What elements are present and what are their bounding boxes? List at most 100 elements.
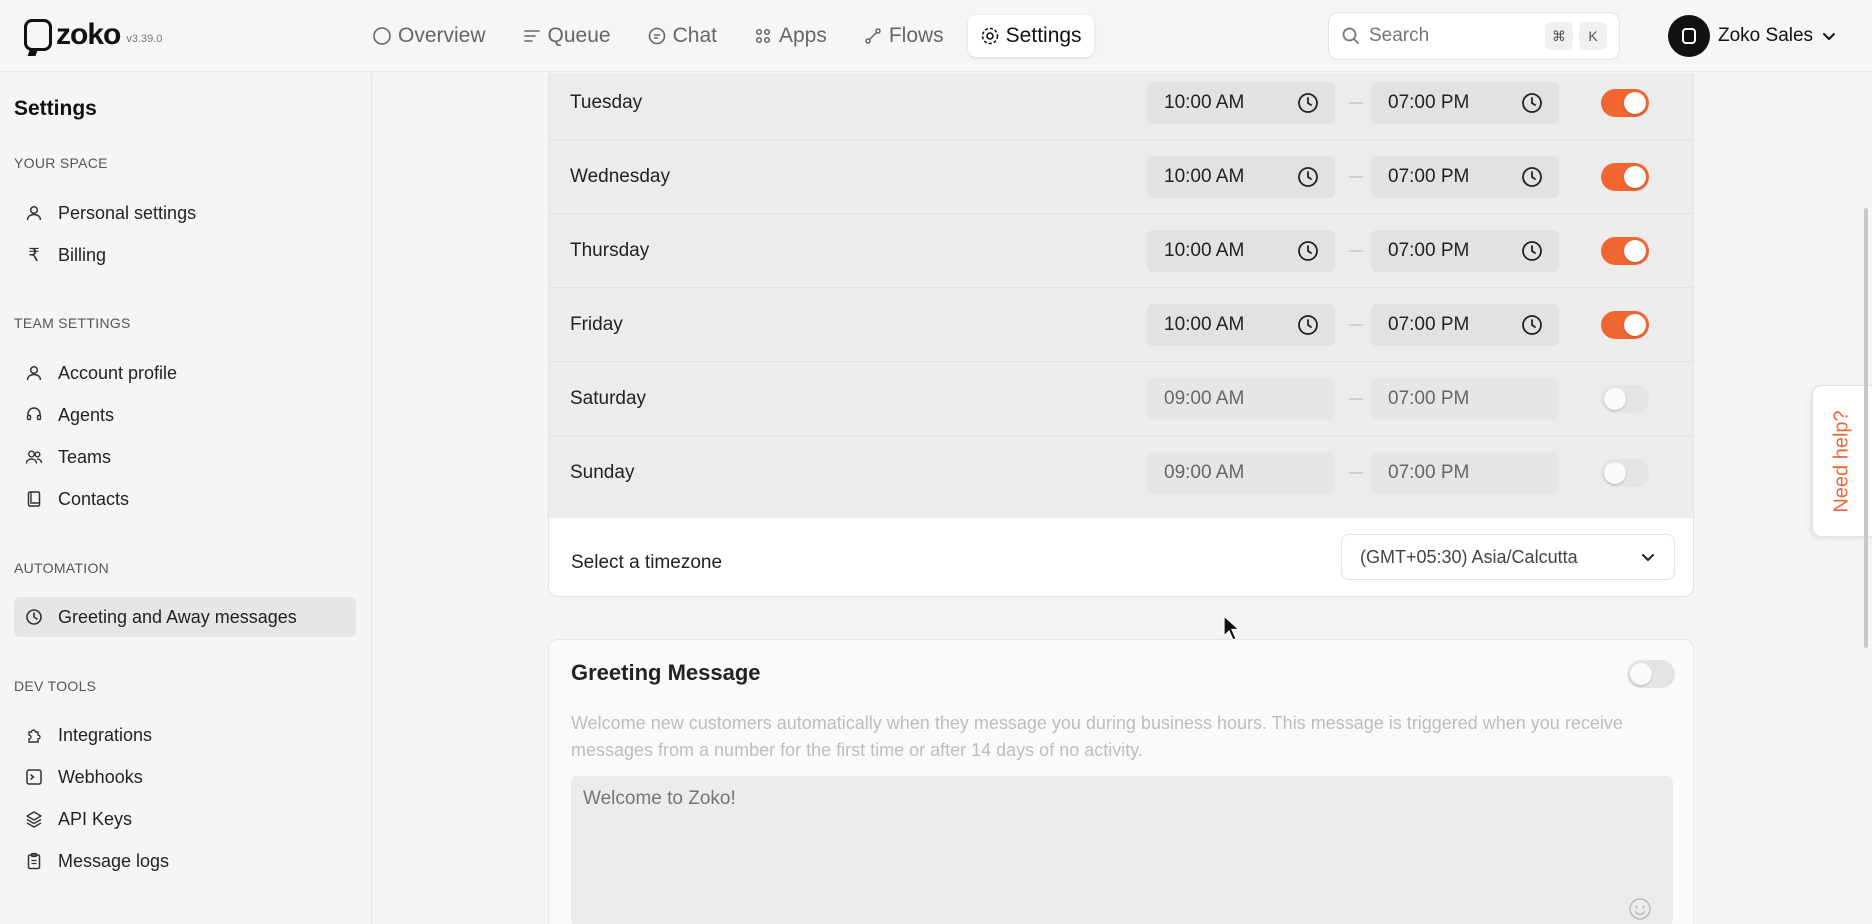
brand[interactable]: zoko v3.39.0 (24, 18, 162, 52)
sidebar-item-api-keys[interactable]: API Keys (14, 799, 356, 839)
greeting-message-input[interactable] (571, 776, 1673, 924)
sidebar-item-label: Contacts (58, 488, 130, 509)
day-enabled-toggle[interactable] (1601, 162, 1649, 191)
terminal-icon (24, 767, 44, 787)
user-icon (24, 363, 44, 383)
account-menu[interactable]: Zoko Sales (1668, 15, 1837, 57)
brand-version: v3.39.0 (126, 33, 163, 45)
queue-icon (523, 30, 540, 42)
end-time-picker[interactable]: 07:00 PM (1371, 81, 1559, 124)
section-label-automation: AUTOMATION (14, 560, 110, 576)
sidebar-title: Settings (14, 97, 97, 120)
section-label-team-settings: TEAM SETTINGS (14, 315, 131, 331)
sidebar-item-label: API Keys (58, 808, 133, 829)
nav-item-chat[interactable]: Chat (635, 15, 729, 57)
timezone-value: (GMT+05:30) Asia/Calcutta (1360, 546, 1578, 567)
scrollbar[interactable] (1864, 208, 1868, 648)
time-range-dash (1349, 397, 1363, 400)
clock-icon (1522, 314, 1542, 335)
day-name: Sunday (570, 462, 635, 483)
end-time-value: 07:00 PM (1388, 165, 1470, 187)
day-row-thursday: Thursday 10:00 AM 07:00 PM (549, 214, 1693, 288)
sidebar-item-agents[interactable]: Agents (14, 395, 356, 435)
sidebar-item-contacts[interactable]: Contacts (14, 479, 356, 519)
chat-icon (648, 27, 665, 45)
need-help-tab[interactable]: Need help? (1812, 385, 1872, 537)
sidebar-item-teams[interactable]: Teams (14, 437, 356, 477)
greeting-title: Greeting Message (571, 660, 761, 685)
search-box[interactable]: ⌘ K (1328, 12, 1620, 60)
layers-icon (24, 809, 44, 829)
avatar (1668, 15, 1710, 57)
nav-item-queue[interactable]: Queue (510, 15, 623, 57)
sidebar-item-label: Message logs (58, 850, 170, 871)
start-time-picker[interactable]: 10:00 AM (1147, 155, 1335, 198)
search-input[interactable] (1369, 25, 1539, 47)
timezone-select[interactable]: (GMT+05:30) Asia/Calcutta (1341, 534, 1675, 580)
start-time-value: 10:00 AM (1164, 165, 1245, 187)
greeting-enabled-toggle[interactable] (1627, 660, 1675, 688)
nav-item-overview[interactable]: Overview (360, 15, 498, 57)
zoko-logo-icon (1682, 28, 1696, 44)
end-time-picker[interactable]: 07:00 PM (1371, 377, 1559, 420)
nav-item-flows[interactable]: Flows (851, 15, 956, 57)
search-icon (1342, 27, 1359, 44)
clock-icon (1298, 314, 1318, 335)
time-range-dash (1349, 249, 1363, 252)
sidebar-item-billing[interactable]: ₹ Billing (14, 235, 356, 275)
start-time-picker[interactable]: 09:00 AM (1147, 377, 1335, 420)
sidebar-item-label: Billing (58, 244, 107, 265)
clock-icon (24, 607, 44, 627)
day-row-saturday: Saturday 09:00 AM 07:00 PM (549, 362, 1693, 436)
account-name: Zoko Sales (1718, 25, 1814, 46)
sidebar-item-label: Agents (58, 404, 115, 425)
end-time-picker[interactable]: 07:00 PM (1371, 452, 1559, 494)
start-time-picker[interactable]: 10:00 AM (1147, 81, 1335, 124)
clock-icon (1522, 166, 1542, 187)
sidebar-item-message-logs[interactable]: Message logs (14, 841, 356, 881)
time-range-dash (1349, 472, 1363, 474)
clock-icon (1522, 240, 1542, 261)
timezone-label: Select a timezone (571, 552, 723, 573)
start-time-picker[interactable]: 10:00 AM (1147, 229, 1335, 272)
day-enabled-toggle[interactable] (1601, 88, 1649, 117)
day-enabled-toggle[interactable] (1601, 310, 1649, 339)
sidebar-item-account-profile[interactable]: Account profile (14, 353, 356, 393)
day-name: Tuesday (570, 91, 643, 113)
need-help-label: Need help? (1831, 409, 1853, 513)
shortcut-cmd-key: ⌘ (1545, 22, 1573, 50)
day-enabled-toggle[interactable] (1601, 384, 1649, 413)
emoji-icon[interactable] (1627, 896, 1653, 922)
zoko-logo-icon (24, 19, 52, 51)
nav-item-apps[interactable]: Apps (741, 15, 839, 57)
section-label-your-space: YOUR SPACE (14, 155, 108, 171)
nav-item-label: Flows (888, 24, 944, 47)
users-icon (24, 447, 44, 467)
end-time-picker[interactable]: 07:00 PM (1371, 229, 1559, 272)
time-range-dash (1349, 175, 1363, 178)
day-name: Saturday (570, 387, 647, 409)
sidebar-item-webhooks[interactable]: Webhooks (14, 757, 356, 797)
nav-item-settings[interactable]: Settings (967, 15, 1094, 57)
sidebar-item-personal-settings[interactable]: Personal settings (14, 193, 356, 233)
day-enabled-toggle[interactable] (1601, 459, 1649, 487)
end-time-picker[interactable]: 07:00 PM (1371, 155, 1559, 198)
main-content: Tuesday 10:00 AM 07:00 PM Wednesday 10:0… (373, 73, 1872, 924)
flows-icon (865, 28, 881, 44)
business-hours-card: Tuesday 10:00 AM 07:00 PM Wednesday 10:0… (548, 73, 1694, 597)
day-enabled-toggle[interactable] (1601, 236, 1649, 265)
sidebar-item-greeting-away[interactable]: Greeting and Away messages (14, 597, 356, 637)
day-name: Friday (570, 313, 623, 335)
book-icon (24, 489, 44, 509)
time-range-dash (1349, 323, 1363, 326)
start-time-picker[interactable]: 09:00 AM (1147, 452, 1335, 494)
sidebar-item-label: Greeting and Away messages (58, 606, 297, 627)
end-time-picker[interactable]: 07:00 PM (1371, 303, 1559, 346)
sidebar-item-integrations[interactable]: Integrations (14, 715, 356, 755)
shortcut-k-key: K (1579, 22, 1607, 50)
brand-name: zoko (56, 18, 121, 51)
nav-item-label: Overview (398, 24, 486, 47)
start-time-picker[interactable]: 10:00 AM (1147, 303, 1335, 346)
circle-icon (373, 27, 391, 45)
nav-item-label: Chat (672, 24, 717, 47)
